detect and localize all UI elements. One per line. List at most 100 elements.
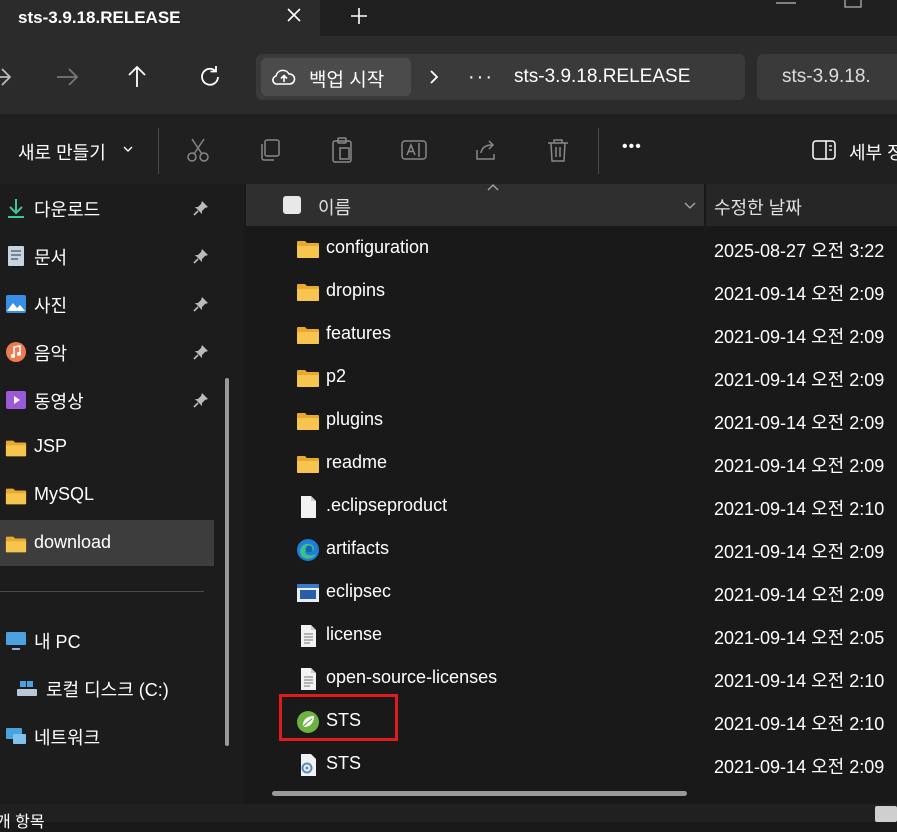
- file-name: .eclipseproduct: [326, 495, 448, 515]
- edge-browser-icon: [296, 538, 320, 562]
- file-row[interactable]: STS 2021-09-14 오전 2:09: [246, 743, 897, 786]
- config-file-icon: [296, 753, 320, 777]
- nav-item-download[interactable]: download: [0, 520, 214, 566]
- text-file-icon: [296, 624, 320, 648]
- file-name: open-source-licenses: [326, 667, 498, 687]
- pictures-icon: [5, 293, 27, 315]
- toolbar-divider: [158, 128, 159, 174]
- new-button-label: 새로 만들기: [18, 143, 106, 163]
- file-row[interactable]: p2 2021-09-14 오전 2:09: [246, 356, 897, 399]
- up-arrow-icon[interactable]: [124, 64, 150, 90]
- view-toggle-icon[interactable]: [875, 806, 897, 822]
- nav-item-network[interactable]: 네트워크: [0, 712, 214, 758]
- details-button-label[interactable]: 세부 정: [849, 139, 897, 165]
- file-row[interactable]: artifacts 2021-09-14 오전 2:09: [246, 528, 897, 571]
- nav-item-동영상[interactable]: 동영상: [0, 376, 214, 422]
- file-icon: [296, 495, 320, 519]
- maximize-icon[interactable]: [844, 0, 862, 8]
- backup-label: 백업 시작: [309, 70, 385, 91]
- folder-icon: [5, 533, 27, 555]
- file-row[interactable]: readme 2021-09-14 오전 2:09: [246, 442, 897, 485]
- network-icon: [6, 728, 26, 744]
- nav-label: MySQL: [34, 484, 95, 504]
- folder-icon: [296, 409, 320, 433]
- file-date: 2021-09-14 오전 2:10: [714, 671, 885, 691]
- column-name-label: 이름: [318, 198, 352, 218]
- pin-icon[interactable]: [192, 391, 210, 409]
- file-name: license: [326, 624, 383, 644]
- close-icon[interactable]: [283, 4, 305, 26]
- file-name: eclipsec: [326, 581, 392, 601]
- file-date: 2021-09-14 오전 2:09: [714, 284, 885, 304]
- file-date: 2021-09-14 오전 2:09: [714, 370, 885, 390]
- nav-item-음악[interactable]: 음악: [0, 328, 214, 374]
- music-icon: [5, 341, 27, 363]
- folder-icon: [296, 366, 320, 390]
- horizontal-scrollbar[interactable]: [272, 791, 687, 796]
- cut-icon[interactable]: [184, 136, 212, 164]
- tab-title: sts-3.9.18.RELEASE: [18, 8, 181, 27]
- nav-item-this-pc[interactable]: 내 PC: [0, 616, 214, 662]
- file-date: 2021-09-14 오전 2:05: [714, 628, 885, 648]
- file-row[interactable]: plugins 2021-09-14 오전 2:09: [246, 399, 897, 442]
- plus-icon[interactable]: [349, 6, 369, 26]
- nav-label: 음악: [34, 344, 68, 364]
- annotation-highlight-box: [279, 694, 398, 741]
- details-pane-icon[interactable]: [812, 140, 836, 160]
- column-date-label: 수정한 날짜: [714, 198, 802, 218]
- nav-label: JSP: [34, 436, 68, 456]
- folder-icon: [296, 452, 320, 476]
- status-item-count: 개 항목: [0, 814, 45, 831]
- column-header-name[interactable]: [246, 184, 704, 226]
- select-all-checkbox[interactable]: [283, 196, 301, 214]
- folder-icon: [5, 437, 27, 459]
- video-icon: [5, 389, 27, 411]
- minimize-icon[interactable]: [776, 0, 796, 6]
- pin-icon[interactable]: [192, 199, 210, 217]
- file-name: p2: [326, 366, 347, 386]
- copy-icon[interactable]: [256, 136, 284, 164]
- file-date: 2021-09-14 오전 2:09: [714, 542, 885, 562]
- nav-item-다운로드[interactable]: 다운로드: [0, 184, 214, 230]
- file-row[interactable]: .eclipseproduct 2021-09-14 오전 2:10: [246, 485, 897, 528]
- file-date: 2021-09-14 오전 2:10: [714, 714, 885, 734]
- file-date: 2021-09-14 오전 2:10: [714, 499, 885, 519]
- file-row[interactable]: features 2021-09-14 오전 2:09: [246, 313, 897, 356]
- breadcrumb-overflow[interactable]: ···: [468, 66, 494, 89]
- chevron-right-icon[interactable]: [428, 68, 440, 86]
- nav-scrollbar[interactable]: [225, 378, 229, 746]
- file-date: 2021-09-14 오전 2:09: [714, 757, 885, 777]
- console-app-icon: [296, 581, 320, 605]
- rename-icon[interactable]: [400, 136, 428, 164]
- chevron-down-icon[interactable]: [683, 198, 697, 212]
- breadcrumb-current[interactable]: sts-3.9.18.RELEASE: [514, 66, 690, 88]
- nav-label: 동영상: [34, 392, 84, 412]
- nav-item-mysql[interactable]: MySQL: [0, 472, 214, 518]
- delete-icon[interactable]: [544, 136, 572, 164]
- forward-arrow-icon[interactable]: [54, 64, 80, 90]
- nav-item-사진[interactable]: 사진: [0, 280, 214, 326]
- share-icon[interactable]: [472, 136, 500, 164]
- file-name: dropins: [326, 280, 386, 300]
- nav-item-문서[interactable]: 문서: [0, 232, 214, 278]
- nav-item-jsp[interactable]: JSP: [0, 424, 214, 470]
- refresh-icon[interactable]: [197, 64, 223, 90]
- drive-icon: [17, 681, 37, 696]
- back-arrow-icon[interactable]: [0, 64, 14, 90]
- file-row[interactable]: configuration 2025-08-27 오전 3:22: [246, 227, 897, 270]
- search-input[interactable]: sts-3.9.18.: [782, 66, 871, 88]
- file-row[interactable]: dropins 2021-09-14 오전 2:09: [246, 270, 897, 313]
- paste-icon[interactable]: [328, 136, 356, 164]
- nav-divider: [0, 591, 204, 592]
- nav-item-local-disk[interactable]: 로컬 디스크 (C:): [0, 664, 214, 710]
- file-row[interactable]: license 2021-09-14 오전 2:05: [246, 614, 897, 657]
- pin-icon[interactable]: [192, 295, 210, 313]
- file-name: plugins: [326, 409, 384, 429]
- pin-icon[interactable]: [192, 343, 210, 361]
- pin-icon[interactable]: [192, 247, 210, 265]
- file-name: readme: [326, 452, 388, 472]
- file-row[interactable]: eclipsec 2021-09-14 오전 2:09: [246, 571, 897, 614]
- nav-label: 사진: [34, 296, 68, 316]
- nav-label: 문서: [34, 248, 68, 268]
- more-options-button[interactable]: •••: [622, 138, 642, 156]
